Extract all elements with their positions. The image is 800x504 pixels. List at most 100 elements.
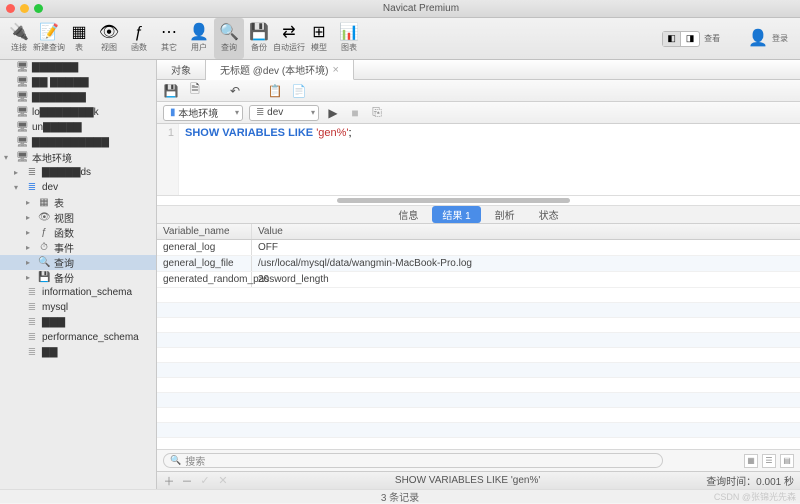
table-row[interactable]: general_log_file/usr/local/mysql/data/wa… — [157, 256, 800, 272]
sidebar-connection[interactable]: 🖥▇▇▇▇▇▇▇ — [0, 90, 156, 105]
connection-sidebar: 🖥▇▇▇▇▇▇🖥▇▇ ▇▇▇▇▇🖥▇▇▇▇▇▇▇🖥lo▇▇▇▇▇▇▇k🖥un▇▇… — [0, 60, 157, 489]
table-row[interactable]: general_logOFF — [157, 240, 800, 256]
toolbar-视图[interactable]: 👁视图 — [94, 18, 124, 59]
zoom-icon[interactable] — [34, 4, 43, 13]
col-variable-name[interactable]: Variable_name — [157, 224, 252, 239]
sidebar-database[interactable]: ▸≣▇▇▇▇▇ds — [0, 165, 156, 180]
sidebar-object-表[interactable]: ▸▦表 — [0, 195, 156, 210]
toolbar-icon: ⇄ — [282, 25, 295, 41]
sidebar-connection[interactable]: 🖥un▇▇▇▇▇ — [0, 120, 156, 135]
sidebar-object-事件[interactable]: ▸⏱事件 — [0, 240, 156, 255]
stop-icon[interactable]: ■ — [347, 105, 363, 121]
toolbar-icon: 👁 — [99, 25, 119, 41]
toolbar-icon: 📊 — [339, 25, 359, 41]
status-bar: ＋ － ✓ ✕ SHOW VARIABLES LIKE 'gen%' 查询时间：… — [157, 471, 800, 489]
sidebar-connection[interactable]: 🖥▇▇ ▇▇▇▇▇ — [0, 75, 156, 90]
toolbar-其它[interactable]: ⋯其它 — [154, 18, 184, 59]
close-icon[interactable]: × — [333, 64, 339, 76]
explain-icon[interactable]: ⎘ — [369, 105, 385, 121]
sidebar-database[interactable]: ≣▇▇▇ — [0, 315, 156, 330]
result-tab-信息[interactable]: 信息 — [388, 206, 428, 223]
copy-icon[interactable]: 📋 — [267, 83, 283, 99]
content-panel: 对象无标题 @dev (本地环境)× 💾 🗎 ↶ 📋 📄 ▮ 本地环境 ≣ de… — [157, 60, 800, 489]
toolbar-表[interactable]: ▦表 — [64, 18, 94, 59]
result-tab-状态[interactable]: 状态 — [529, 206, 569, 223]
sidebar-connection[interactable]: 🖥▇▇▇▇▇▇▇▇▇▇ — [0, 135, 156, 150]
line-gutter: 1 — [157, 124, 179, 195]
sidebar-object-查询[interactable]: ▸🔍查询 — [0, 255, 156, 270]
sidebar-object-函数[interactable]: ▸ƒ函数 — [0, 225, 156, 240]
toolbar-icon: 📝 — [39, 25, 59, 41]
sql-echo: SHOW VARIABLES LIKE 'gen%' — [229, 475, 706, 486]
timing-label: 查询时间：0.001 秒 — [706, 473, 794, 488]
record-count-bar: 3 条记录 CSDN @张锦光先森 — [0, 489, 800, 503]
toolbar-icon: 🔍 — [219, 25, 239, 41]
sidebar-database[interactable]: ≣▇▇ — [0, 345, 156, 360]
user-icon[interactable]: 👤 — [748, 31, 768, 47]
sidebar-connection[interactable]: ▾🖥本地环境 — [0, 150, 156, 165]
watermark: CSDN @张锦光先森 — [714, 490, 796, 503]
sidebar-object-备份[interactable]: ▸💾备份 — [0, 270, 156, 285]
minimize-icon[interactable] — [20, 4, 29, 13]
toolbar-icon: 🔌 — [9, 25, 29, 41]
toolbar-icon: ⋯ — [161, 25, 177, 41]
sql-editor[interactable]: 1 SHOW VARIABLES LIKE 'gen%'; — [157, 124, 800, 196]
toolbar-icon: 💾 — [249, 25, 269, 41]
result-tabs: 信息结果 1 剖析状态 — [157, 206, 800, 224]
save-icon[interactable]: 💾 — [163, 83, 179, 99]
cancel-icon[interactable]: ✕ — [217, 474, 229, 487]
result-table: Variable_name Value general_logOFFgenera… — [157, 224, 800, 449]
toolbar-icon: ▦ — [71, 25, 86, 41]
toolbar-函数[interactable]: ƒ函数 — [124, 18, 154, 59]
table-row[interactable]: generated_random_password_length20 — [157, 272, 800, 288]
toolbar-用户[interactable]: 👤用户 — [184, 18, 214, 59]
connection-select[interactable]: ▮ 本地环境 — [163, 105, 243, 121]
sidebar-database[interactable]: ≣information_schema — [0, 285, 156, 300]
editor-tabs: 对象无标题 @dev (本地环境)× — [157, 60, 800, 80]
col-value[interactable]: Value — [252, 224, 800, 239]
save-as-icon[interactable]: 🗎 — [187, 83, 203, 99]
database-select[interactable]: ≣ dev — [249, 105, 319, 121]
toolbar-新建查询[interactable]: 📝新建查询 — [34, 18, 64, 59]
sidebar-connection[interactable]: 🖥▇▇▇▇▇▇ — [0, 60, 156, 75]
result-searchbar: 搜索 ▦ ☰ ▤ — [157, 449, 800, 471]
run-icon[interactable]: ▶ — [325, 105, 341, 121]
search-input[interactable]: 搜索 — [163, 453, 663, 468]
sidebar-database[interactable]: ▾≣dev — [0, 180, 156, 195]
context-bar: ▮ 本地环境 ≣ dev ▶ ■ ⎘ — [157, 102, 800, 124]
undo-icon[interactable]: ↶ — [227, 83, 243, 99]
close-icon[interactable] — [6, 4, 15, 13]
sidebar-object-视图[interactable]: ▸👁视图 — [0, 210, 156, 225]
toolbar-备份[interactable]: 💾备份 — [244, 18, 274, 59]
tab[interactable]: 无标题 @dev (本地环境)× — [206, 60, 354, 80]
result-tab-剖析[interactable]: 剖析 — [485, 206, 525, 223]
toolbar-图表[interactable]: 📊图表 — [334, 18, 364, 59]
result-tab-结果 1[interactable]: 结果 1 — [432, 206, 480, 223]
main-toolbar: 🔌连接📝新建查询▦表👁视图ƒ函数⋯其它👤用户🔍查询💾备份⇄自动运行⊞模型📊图表 ◧… — [0, 18, 800, 60]
titlebar: Navicat Premium — [0, 0, 800, 18]
toolbar-模型[interactable]: ⊞模型 — [304, 18, 334, 59]
delete-row-icon[interactable]: － — [181, 473, 193, 489]
form-view-icon[interactable]: ☰ — [762, 454, 776, 468]
toolbar-查询[interactable]: 🔍查询 — [214, 18, 244, 59]
sql-code[interactable]: SHOW VARIABLES LIKE 'gen%'; — [179, 124, 800, 195]
toolbar-连接[interactable]: 🔌连接 — [4, 18, 34, 59]
toolbar-自动运行[interactable]: ⇄自动运行 — [274, 18, 304, 59]
toolbar-icon: 👤 — [189, 25, 209, 41]
add-row-icon[interactable]: ＋ — [163, 473, 175, 489]
view-toggle[interactable]: ◧◨ — [662, 31, 700, 47]
grid-view-icon[interactable]: ▦ — [744, 454, 758, 468]
record-count: 3 条记录 — [381, 489, 419, 504]
paste-icon[interactable]: 📄 — [291, 83, 307, 99]
editor-iconbar: 💾 🗎 ↶ 📋 📄 — [157, 80, 800, 102]
toolbar-icon: ⊞ — [312, 25, 325, 41]
sidebar-database[interactable]: ≣performance_schema — [0, 330, 156, 345]
tab[interactable]: 对象 — [157, 60, 206, 79]
sidebar-database[interactable]: ≣mysql — [0, 300, 156, 315]
toolbar-icon: ƒ — [135, 25, 144, 41]
chart-view-icon[interactable]: ▤ — [780, 454, 794, 468]
sidebar-connection[interactable]: 🖥lo▇▇▇▇▇▇▇k — [0, 105, 156, 120]
window-title: Navicat Premium — [48, 3, 794, 14]
editor-scrollbar[interactable] — [157, 196, 800, 206]
commit-icon[interactable]: ✓ — [199, 474, 211, 487]
